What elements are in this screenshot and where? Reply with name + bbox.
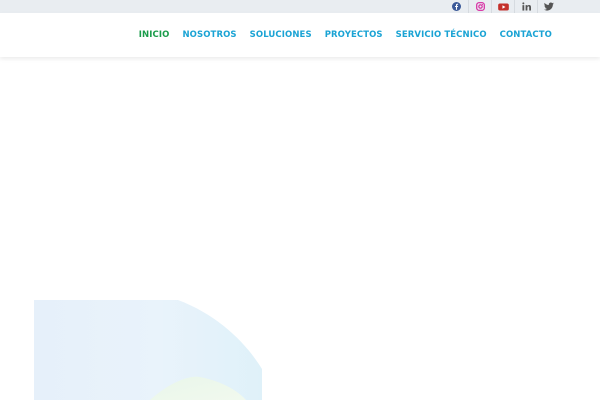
social-links: [445, 0, 560, 13]
nav-contacto[interactable]: CONTACTO: [500, 30, 552, 40]
site-header: INICIO NOSOTROS SOLUCIONES PROYECTOS SER…: [0, 13, 600, 57]
twitter-link[interactable]: [537, 0, 560, 13]
facebook-link[interactable]: [445, 0, 468, 13]
twitter-icon: [544, 2, 554, 11]
main-nav: INICIO NOSOTROS SOLUCIONES PROYECTOS SER…: [126, 13, 552, 57]
youtube-link[interactable]: [491, 0, 514, 13]
nav-inicio[interactable]: INICIO: [139, 30, 170, 40]
nav-proyectos[interactable]: PROYECTOS: [325, 30, 383, 40]
hero-decorative-shape: [34, 300, 262, 400]
facebook-icon: [452, 2, 461, 11]
top-bar: [0, 0, 600, 13]
linkedin-icon: [521, 2, 531, 11]
instagram-icon: [475, 2, 485, 11]
nav-soluciones[interactable]: SOLUCIONES: [250, 30, 312, 40]
nav-servicio-tecnico[interactable]: SERVICIO TÉCNICO: [396, 30, 487, 40]
youtube-icon: [497, 2, 509, 11]
nav-nosotros[interactable]: NOSOTROS: [182, 30, 236, 40]
instagram-link[interactable]: [468, 0, 491, 13]
hero-section: [0, 57, 600, 400]
linkedin-link[interactable]: [514, 0, 537, 13]
